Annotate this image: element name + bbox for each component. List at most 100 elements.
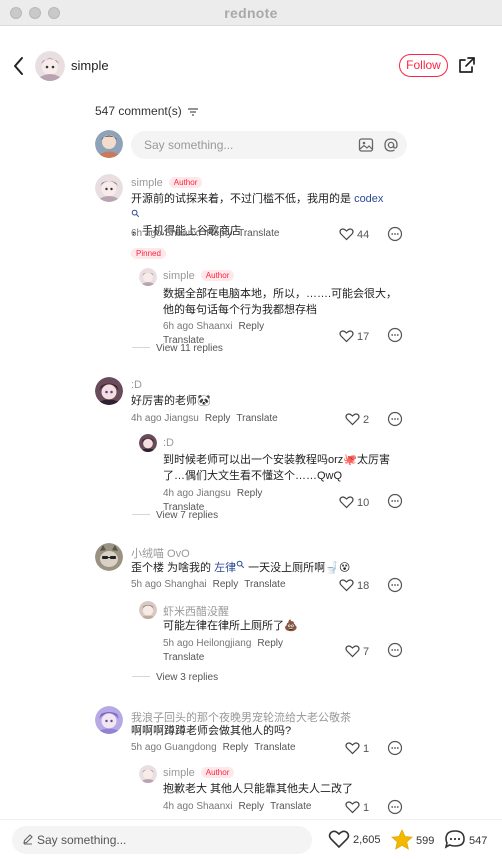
comment-meta: 5h ago Shanghai Reply Translate bbox=[131, 579, 286, 590]
heart-icon bbox=[345, 742, 360, 755]
search-link[interactable]: codex bbox=[354, 193, 383, 205]
more-options-icon[interactable] bbox=[387, 577, 403, 593]
reply-author-name: simple bbox=[163, 767, 195, 779]
translate-button[interactable]: Translate bbox=[244, 579, 285, 590]
view-replies-button[interactable]: View 7 replies bbox=[132, 510, 218, 521]
search-icon[interactable] bbox=[131, 209, 140, 218]
reply-button[interactable]: Reply bbox=[239, 801, 265, 812]
comment-avatar[interactable] bbox=[95, 543, 123, 571]
more-options-icon[interactable] bbox=[387, 411, 403, 427]
reply-meta: 5h ago Heilongjiang Reply bbox=[163, 638, 283, 649]
like-button[interactable]: 7 bbox=[345, 644, 369, 658]
reply-button[interactable]: Reply bbox=[257, 638, 283, 649]
reply-avatar[interactable] bbox=[139, 268, 157, 286]
comment-text: 好厉害的老师🐼 bbox=[131, 395, 211, 407]
reply-button[interactable]: Reply bbox=[213, 579, 239, 590]
reply-text: 数据全部在电脑本地，所以，…….可能会很大，他的每句话每个行为我都想存档 bbox=[163, 288, 398, 316]
translate-button[interactable]: Translate bbox=[254, 742, 295, 753]
translate-button[interactable]: Translate bbox=[238, 228, 279, 239]
comment-text-part: 开源前的试探来着，不过门槛不低，我用的是 bbox=[131, 193, 355, 205]
current-user-avatar bbox=[95, 130, 123, 158]
reply-author[interactable]: 虾米西醋没醒 bbox=[163, 603, 229, 619]
heart-icon bbox=[345, 801, 360, 814]
like-button[interactable]: 10 bbox=[339, 495, 369, 509]
like-button[interactable]: 2 bbox=[345, 412, 369, 426]
search-link[interactable]: 左律 bbox=[214, 562, 236, 574]
reply-button[interactable]: Reply bbox=[237, 488, 263, 499]
comment-text: 歪个楼 为啥我的 左律 一天没上厕所啊🚽😵 bbox=[131, 560, 401, 576]
reply-text: 到时候老师可以出一个安装教程吗orz🐙太厉害了…偶们大文生看不懂这个……QwQ bbox=[163, 454, 390, 482]
reply-time: 5h ago Heilongjiang bbox=[163, 638, 252, 649]
reply-author[interactable]: simple Author bbox=[163, 767, 235, 779]
back-arrow-icon[interactable] bbox=[10, 54, 28, 78]
more-options-icon[interactable] bbox=[387, 740, 403, 756]
like-button[interactable]: 1 bbox=[345, 741, 369, 755]
more-options-icon[interactable] bbox=[387, 642, 403, 658]
heart-icon bbox=[345, 645, 360, 658]
share-icon[interactable] bbox=[457, 55, 477, 75]
image-icon[interactable] bbox=[358, 137, 374, 153]
mention-icon[interactable] bbox=[383, 137, 399, 153]
author-badge: Author bbox=[200, 767, 235, 778]
like-count: 1 bbox=[363, 802, 370, 814]
view-replies-label: View 3 replies bbox=[156, 672, 219, 683]
divider bbox=[132, 676, 150, 677]
sort-icon[interactable] bbox=[188, 108, 199, 116]
comment-bubble-icon bbox=[444, 830, 465, 849]
more-options-icon[interactable] bbox=[387, 799, 403, 815]
comment-count[interactable]: 547 comment(s) bbox=[95, 104, 199, 118]
comment-time: 5h ago Guangdong bbox=[131, 742, 217, 753]
reply-author[interactable]: simple Author bbox=[163, 270, 235, 282]
view-replies-button[interactable]: View 3 replies bbox=[132, 672, 218, 683]
post-comments-button[interactable]: 547 bbox=[444, 829, 487, 850]
reply-button[interactable]: Reply bbox=[239, 321, 265, 332]
search-icon[interactable] bbox=[236, 560, 245, 569]
comment-count-label: 547 comment(s) bbox=[95, 104, 182, 118]
comment-avatar[interactable] bbox=[95, 377, 123, 405]
like-button[interactable]: 44 bbox=[339, 227, 369, 241]
reply-avatar[interactable] bbox=[139, 765, 157, 783]
star-icon bbox=[391, 829, 413, 850]
reply-time: 4h ago Shaanxi bbox=[163, 801, 233, 812]
author-avatar[interactable] bbox=[35, 51, 65, 81]
reply-author[interactable]: :D bbox=[163, 437, 174, 449]
heart-icon bbox=[345, 413, 360, 426]
like-button[interactable]: 1 bbox=[345, 800, 369, 814]
comment-time: 6h ago Shaanxi bbox=[131, 228, 201, 239]
bottom-comment-input[interactable]: Say something... bbox=[12, 826, 312, 854]
reply-button[interactable]: Reply bbox=[223, 742, 249, 753]
like-button[interactable]: 18 bbox=[339, 578, 369, 592]
comment-author[interactable]: simple Author bbox=[131, 177, 203, 189]
author-name[interactable]: simple bbox=[71, 58, 109, 73]
reply-button[interactable]: Reply bbox=[207, 228, 233, 239]
view-replies-label: View 7 replies bbox=[156, 510, 219, 521]
reply-text: 可能左律在律所上厕所了💩 bbox=[163, 620, 298, 632]
translate-button[interactable]: Translate bbox=[163, 652, 204, 663]
comment-author[interactable]: :D bbox=[131, 379, 142, 391]
reply-avatar[interactable] bbox=[139, 601, 157, 619]
reply-avatar[interactable] bbox=[139, 434, 157, 452]
more-options-icon[interactable] bbox=[387, 226, 403, 242]
follow-button[interactable]: Follow bbox=[399, 54, 448, 77]
comment-meta: 6h ago Shaanxi Reply Translate bbox=[131, 228, 279, 239]
translate-button[interactable]: Translate bbox=[236, 413, 277, 424]
view-replies-button[interactable]: View 11 replies bbox=[132, 343, 223, 354]
bottom-input-placeholder: Say something... bbox=[37, 833, 127, 847]
like-count: 7 bbox=[363, 646, 370, 658]
reply-button[interactable]: Reply bbox=[205, 413, 231, 424]
post-like-button[interactable]: 2,605 bbox=[328, 829, 381, 849]
translate-button[interactable]: Translate bbox=[270, 801, 311, 812]
reply-time: 6h ago Shaanxi bbox=[163, 321, 233, 332]
pinned-badge: Pinned bbox=[131, 248, 166, 259]
pencil-icon bbox=[23, 834, 33, 845]
like-button[interactable]: 17 bbox=[339, 329, 369, 343]
post-collect-button[interactable]: 599 bbox=[391, 829, 434, 850]
like-count: 2 bbox=[363, 414, 370, 426]
comment-avatar[interactable] bbox=[95, 174, 123, 202]
more-options-icon[interactable] bbox=[387, 493, 403, 509]
comment-text: 啊啊啊蹲蹲老师会做其他人的吗? bbox=[131, 725, 292, 737]
more-options-icon[interactable] bbox=[387, 327, 403, 343]
comment-avatar[interactable] bbox=[95, 706, 123, 734]
comment-author[interactable]: 小绒喵 OvO bbox=[131, 545, 190, 561]
view-replies-label: View 11 replies bbox=[156, 343, 223, 354]
